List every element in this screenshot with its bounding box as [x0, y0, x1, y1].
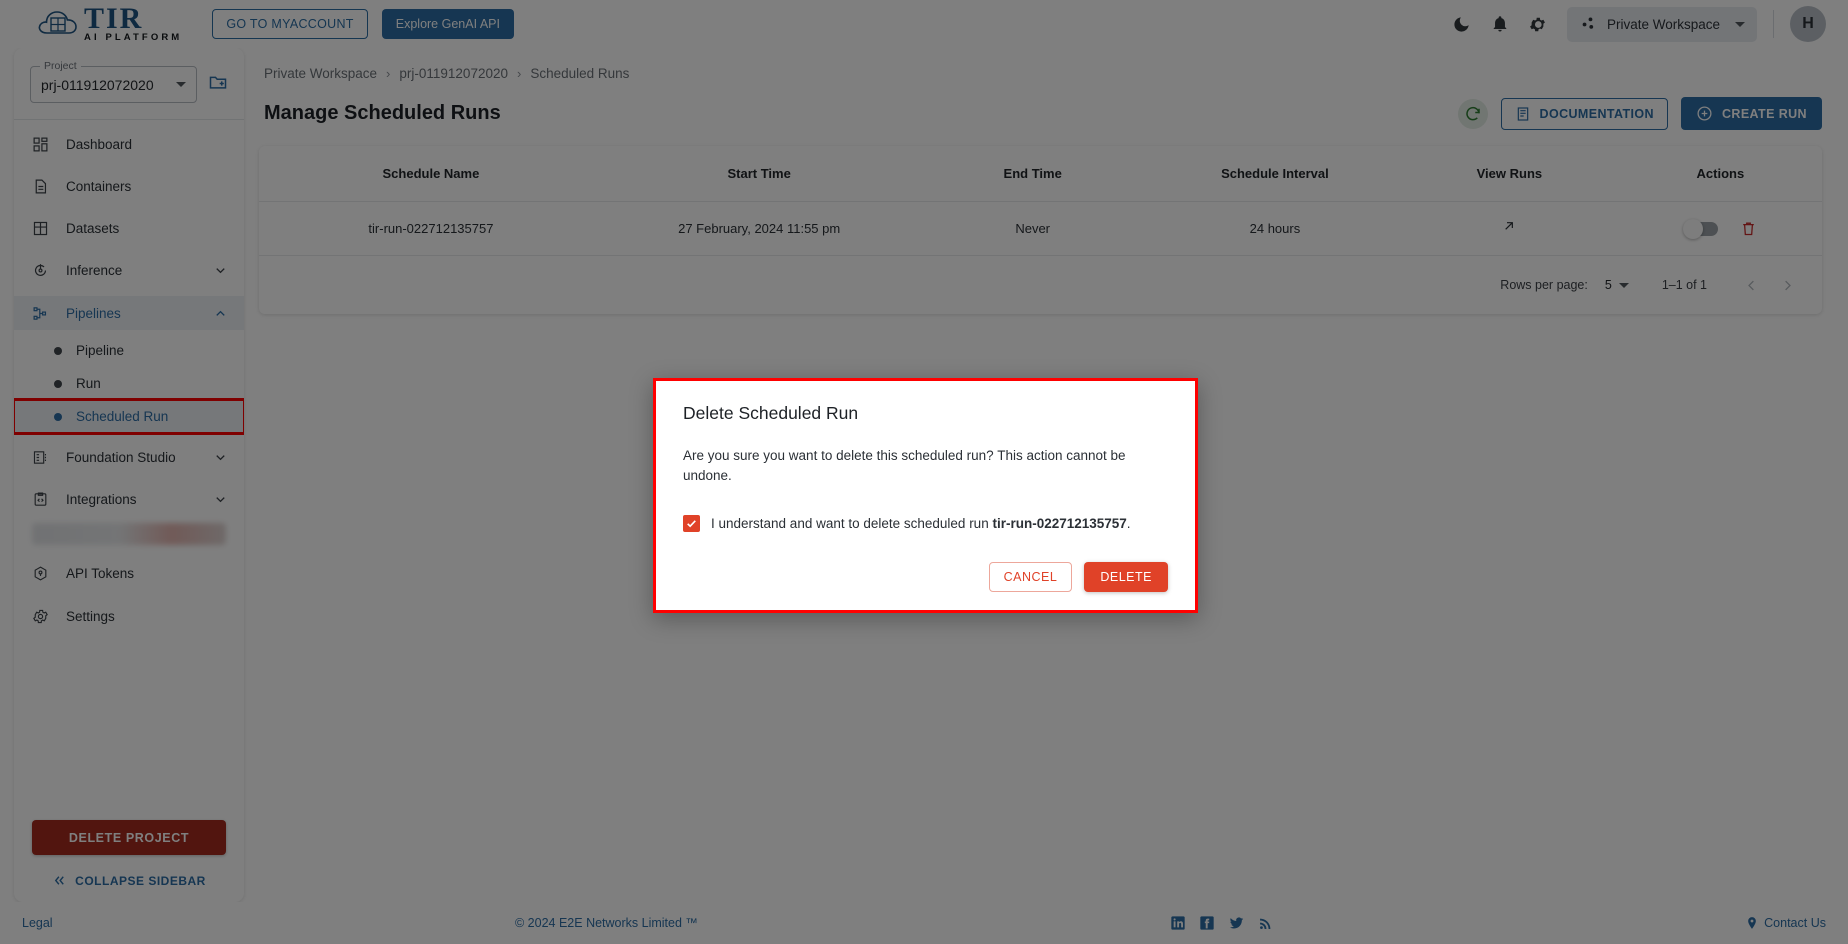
confirm-target-name: tir-run-022712135757 [992, 516, 1127, 532]
cancel-button[interactable]: CANCEL [988, 562, 1073, 593]
delete-scheduled-run-dialog: Delete Scheduled Run Are you sure you wa… [653, 378, 1198, 614]
confirm-delete-button[interactable]: DELETE [1084, 562, 1168, 593]
confirm-checkbox-row: I understand and want to delete schedule… [683, 515, 1168, 533]
confirm-checkbox-label: I understand and want to delete schedule… [711, 516, 1131, 531]
confirm-prefix: I understand and want to delete schedule… [711, 516, 993, 532]
dialog-actions: CANCEL DELETE [683, 562, 1168, 593]
confirm-suffix: . [1126, 516, 1131, 532]
dialog-body-text: Are you sure you want to delete this sch… [683, 448, 1126, 483]
dialog-title: Delete Scheduled Run [683, 403, 859, 423]
app-root: TIR AI PLATFORM GO TO MYACCOUNT Explore … [0, 0, 1848, 944]
confirm-checkbox[interactable] [683, 515, 700, 533]
